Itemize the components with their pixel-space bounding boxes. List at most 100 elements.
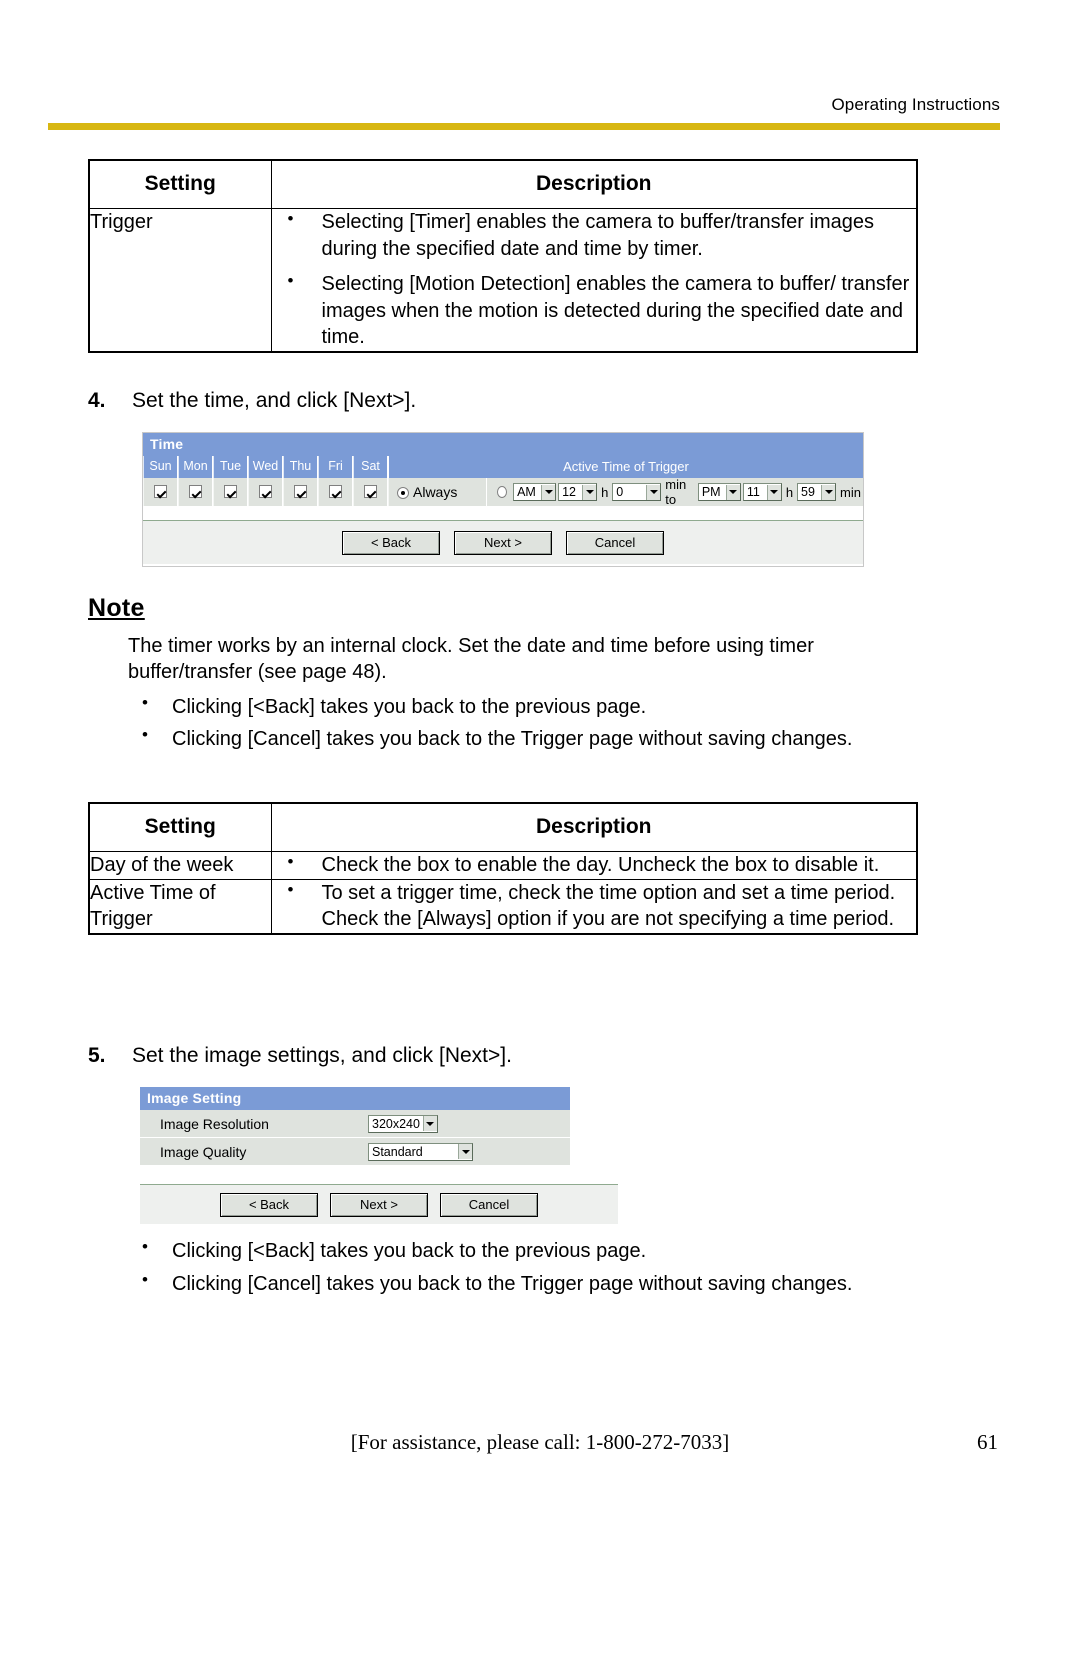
day-header-sun: Sun (143, 456, 178, 478)
always-label: Always (413, 484, 458, 500)
trigger-settings-table: Setting Description Trigger Selecting [T… (88, 159, 918, 353)
next-button[interactable]: Next > (330, 1192, 428, 1217)
active-time-of-trigger-header: Active Time of Trigger (388, 456, 863, 478)
checkbox-fri[interactable] (329, 485, 342, 499)
select-end-minute[interactable]: 59 (797, 483, 837, 501)
unit-hour-start: h (601, 484, 609, 500)
radio-always[interactable] (397, 487, 409, 500)
select-image-quality[interactable]: Standard (368, 1142, 473, 1161)
column-header-setting: Setting (88, 159, 272, 209)
chevron-down-icon (725, 484, 740, 500)
day-header-thu: Thu (283, 456, 318, 478)
note-bullet-list: Clicking [<Back] takes you back to the p… (128, 692, 918, 753)
assistance-text: [For assistance, please call: 1-800-272-… (350, 1430, 730, 1454)
back-button[interactable]: < Back (342, 530, 440, 555)
day-checkbox-cell-fri[interactable] (318, 478, 353, 506)
header-rule (48, 123, 1000, 130)
checkbox-thu[interactable] (294, 485, 307, 499)
select-image-resolution[interactable]: 320x240 (368, 1114, 438, 1133)
list-item: Check the box to enable the day. Uncheck… (272, 851, 917, 879)
checkbox-mon[interactable] (189, 485, 202, 499)
running-head: Operating Instructions (831, 95, 1000, 114)
setting-name: Trigger (88, 207, 272, 353)
next-button[interactable]: Next > (454, 530, 552, 555)
time-range-option[interactable]: AM 12 h 0 min to PM 11 h 59 min (486, 478, 863, 506)
day-header-wed: Wed (248, 456, 283, 478)
setting-description: Selecting [Timer] enables the camera to … (270, 208, 918, 353)
select-image-resolution-value: 320x240 (372, 1116, 420, 1131)
image-resolution-row: Image Resolution 320x240 (140, 1110, 570, 1138)
radio-time-range[interactable] (497, 486, 508, 498)
day-checkbox-cell-wed[interactable] (248, 478, 283, 506)
list-item: To set a trigger time, check the time op… (272, 879, 917, 933)
page-header: Operating Instructions (0, 95, 1080, 130)
list-item: Clicking [<Back] takes you back to the p… (128, 692, 918, 721)
select-start-hour[interactable]: 12 (558, 483, 598, 501)
list-item: Clicking [Cancel] takes you back to the … (128, 1269, 918, 1298)
select-image-quality-value: Standard (372, 1144, 423, 1159)
cancel-button[interactable]: Cancel (440, 1192, 538, 1217)
note-paragraph: The timer works by an internal clock. Se… (128, 635, 814, 684)
list-item: Clicking [Cancel] takes you back to the … (128, 724, 918, 753)
bottom-notes-list: Clicking [<Back] takes you back to the p… (128, 1236, 918, 1298)
chevron-down-icon (422, 1116, 437, 1131)
chevron-down-icon (458, 1144, 472, 1159)
note-heading: Note (88, 594, 145, 622)
checkbox-wed[interactable] (259, 485, 272, 499)
setting-description: Check the box to enable the day. Uncheck… (270, 851, 918, 880)
day-checkbox-cell-sat[interactable] (353, 478, 388, 506)
chevron-down-icon (541, 484, 556, 500)
always-option[interactable]: Always (388, 478, 486, 506)
time-settings-screenshot: Time Sun Mon Tue Wed Thu Fri Sat Active … (142, 432, 864, 567)
day-header-tue: Tue (213, 456, 248, 478)
image-quality-row: Image Quality Standard (140, 1138, 570, 1166)
select-start-ampm-value: AM (517, 485, 536, 499)
day-of-week-header-row: Sun Mon Tue Wed Thu Fri Sat Active Time … (143, 456, 863, 478)
setting-name: Day of the week (88, 851, 272, 880)
chevron-down-icon (646, 484, 661, 500)
image-quality-control[interactable]: Standard (368, 1142, 570, 1161)
day-header-fri: Fri (318, 456, 353, 478)
image-resolution-label: Image Resolution (160, 1115, 269, 1132)
time-settings-table: Setting Description Day of the week Chec… (88, 802, 918, 935)
day-checkbox-cell-sun[interactable] (143, 478, 178, 506)
note-body: The timer works by an internal clock. Se… (128, 633, 918, 759)
back-button[interactable]: < Back (220, 1192, 318, 1217)
unit-min-to: min to (665, 478, 687, 506)
step-text: Set the time, and click [Next>]. (132, 389, 417, 412)
day-checkbox-cell-mon[interactable] (178, 478, 213, 506)
select-start-minute-value: 0 (616, 485, 624, 499)
day-header-mon: Mon (178, 456, 213, 478)
column-header-description: Description (270, 802, 918, 852)
setting-name: Active Time of Trigger (88, 878, 272, 935)
list-item: Selecting [Timer] enables the camera to … (272, 208, 917, 262)
time-widget-button-bar: < Back Next > Cancel (143, 520, 863, 564)
image-resolution-control[interactable]: 320x240 (368, 1114, 570, 1133)
unit-min-end: min (840, 484, 861, 500)
select-end-minute-value: 59 (801, 485, 815, 499)
column-header-setting: Setting (88, 802, 272, 852)
time-controls-row: Always AM 12 h 0 min to PM 11 h 59 min (143, 478, 863, 506)
day-checkbox-cell-tue[interactable] (213, 478, 248, 506)
chevron-down-icon (766, 484, 781, 500)
image-widget-title: Image Setting (140, 1087, 570, 1110)
table-header-row: Setting Description (88, 802, 918, 852)
select-start-minute[interactable]: 0 (612, 483, 662, 501)
select-start-ampm[interactable]: AM (513, 483, 557, 501)
day-header-sat: Sat (353, 456, 388, 478)
cancel-button[interactable]: Cancel (566, 530, 664, 555)
checkbox-sun[interactable] (154, 485, 167, 499)
column-header-description: Description (270, 159, 918, 209)
bottom-notes: Clicking [<Back] takes you back to the p… (128, 1236, 918, 1303)
day-checkbox-cell-thu[interactable] (283, 478, 318, 506)
step-text: Set the image settings, and click [Next>… (132, 1044, 512, 1067)
select-end-ampm[interactable]: PM (697, 483, 741, 501)
checkbox-tue[interactable] (224, 485, 237, 499)
checkbox-sat[interactable] (364, 485, 377, 499)
table-row: Active Time of Trigger To set a trigger … (88, 878, 918, 935)
page-number: 61 (977, 1430, 998, 1454)
image-widget-button-bar: < Back Next > Cancel (140, 1184, 618, 1224)
table-row: Trigger Selecting [Timer] enables the ca… (88, 207, 918, 353)
select-end-hour[interactable]: 11 (742, 483, 782, 501)
list-item: Clicking [<Back] takes you back to the p… (128, 1236, 918, 1265)
